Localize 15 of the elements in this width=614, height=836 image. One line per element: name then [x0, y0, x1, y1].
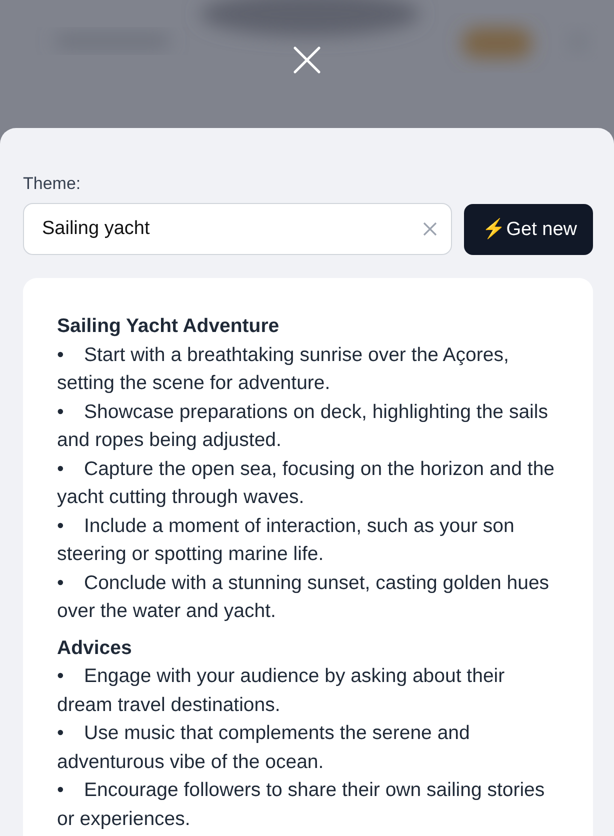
list-item: • Showcase preparations on deck, highlighting the sails and ropes being adjusted. [57, 400, 549, 453]
theme-field[interactable]: Sailing yacht [23, 203, 452, 255]
list-item: • Use music that complements the serene and adventurous vibe of the ocean. [57, 721, 471, 774]
clear-icon[interactable] [423, 222, 438, 236]
list-item: • Encourage followers to share their own sailing stories or experiences. [57, 778, 546, 832]
section-title: Advices [57, 636, 133, 660]
section-title: Sailing Yacht Adventure [57, 314, 280, 339]
close-icon[interactable] [293, 46, 321, 74]
list-item: • Conclude with a stunning sunset, casting golden hues over the water and yacht. [57, 570, 550, 624]
get-new-button[interactable]: ⚡Get new [464, 204, 593, 254]
list-item: • Engage with your audience by asking about their dream travel destinations. [57, 664, 506, 718]
list-item: • Include a moment of interaction, such as your son steering or spotting marine life. [57, 514, 516, 567]
list-item: • Capture the open sea, focusing on the horizon and the yacht cutting through waves. [57, 456, 556, 510]
field-label: Theme: [23, 174, 82, 194]
list-item: • Start with a breathtaking sunrise over the Açores, setting the scene for adventure. [57, 342, 510, 396]
